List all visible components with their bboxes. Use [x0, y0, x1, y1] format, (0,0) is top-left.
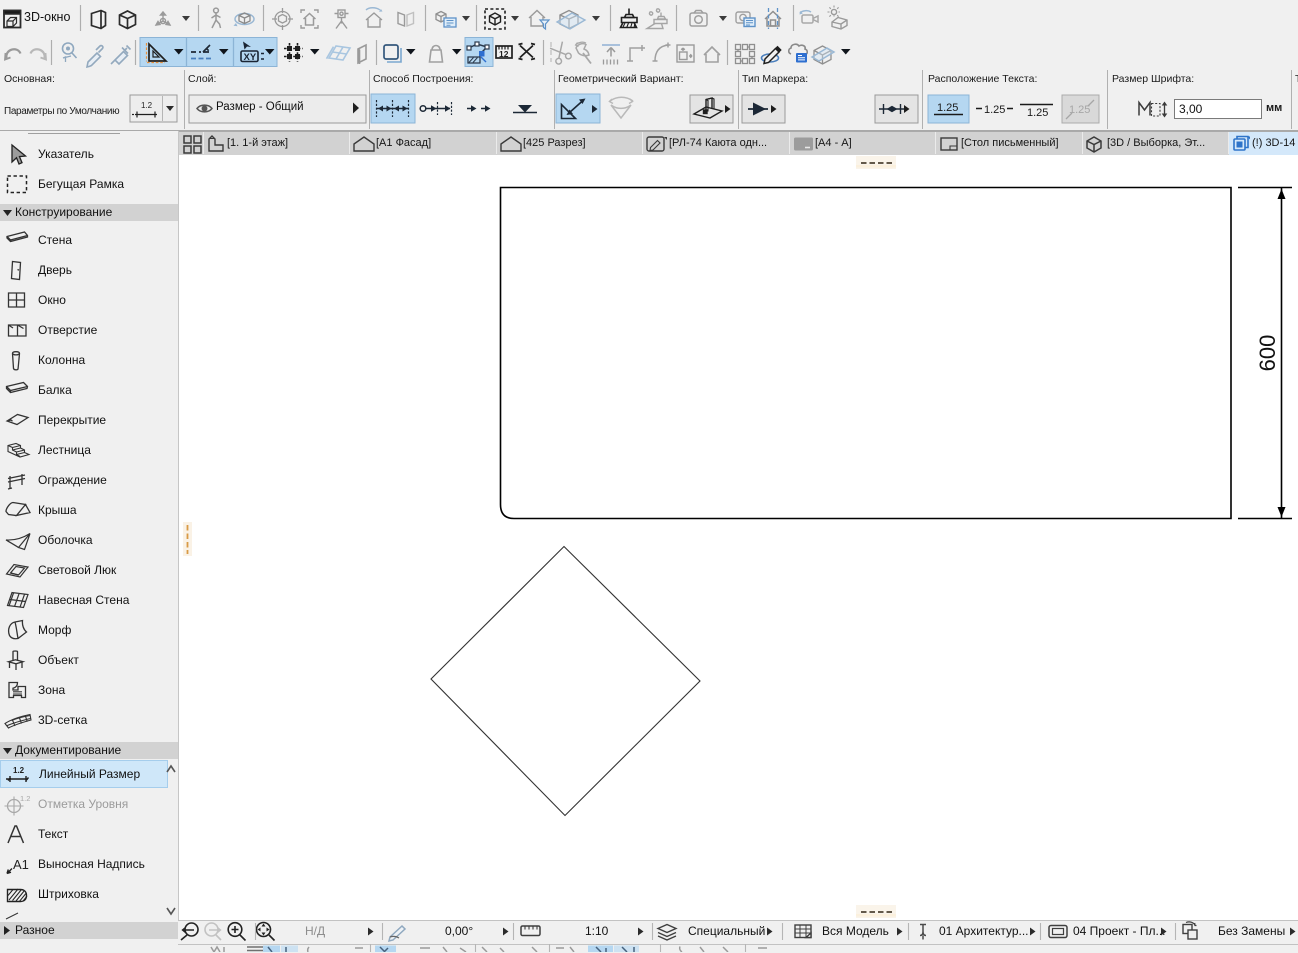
svg-text:600: 600 — [1255, 335, 1280, 372]
svg-text:1.2: 1.2 — [20, 794, 30, 803]
svg-text:A1: A1 — [13, 857, 29, 872]
svg-text:1.2: 1.2 — [13, 766, 25, 775]
svg-text:1.25: 1.25 — [937, 102, 958, 114]
svg-text:1.25: 1.25 — [1069, 104, 1090, 116]
svg-text:1.25: 1.25 — [1027, 107, 1048, 119]
svg-text:XY: XY — [244, 52, 257, 63]
svg-text:12: 12 — [499, 49, 509, 59]
svg-text:1.2: 1.2 — [141, 101, 153, 110]
svg-text:1.25: 1.25 — [984, 104, 1005, 116]
